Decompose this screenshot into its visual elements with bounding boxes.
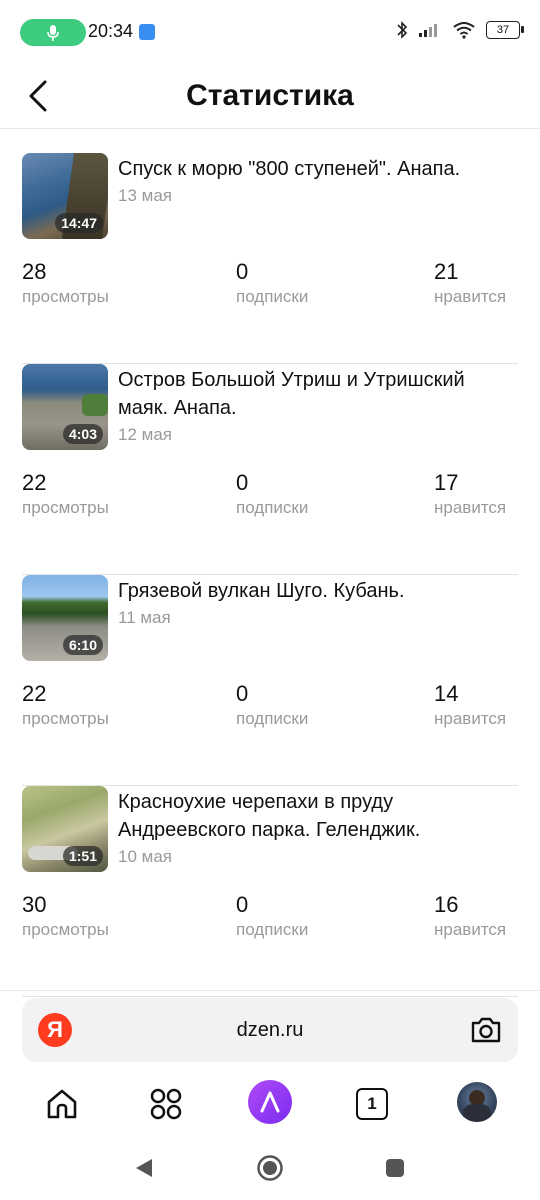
recents-square-icon[interactable] — [385, 1158, 405, 1178]
likes-label: нравится — [434, 287, 507, 306]
likes-count: 17 — [434, 470, 459, 495]
grid-icon — [150, 1088, 182, 1120]
browser-bottom-nav: 1 — [0, 1074, 540, 1134]
subscriptions-label: подписки — [236, 498, 309, 517]
video-title[interactable]: Красноухие черепахи в пруду Андреевского… — [118, 788, 513, 844]
views-label: просмотры — [22, 287, 109, 306]
mic-indicator[interactable] — [20, 19, 86, 46]
subscriptions-count: 0 — [236, 470, 249, 495]
video-stat-card[interactable]: 1:51 Красноухие черепахи в пруду Андреев… — [22, 786, 518, 997]
video-stat-card[interactable]: 6:10 Грязевой вулкан Шуго. Кубань. 11 ма… — [22, 575, 518, 786]
subscriptions-label: подписки — [236, 709, 309, 728]
home-button[interactable] — [40, 1082, 84, 1126]
views-count: 30 — [22, 892, 47, 917]
views-count: 22 — [22, 470, 47, 495]
subscriptions-count: 0 — [236, 681, 249, 706]
video-date: 12 мая — [118, 425, 172, 444]
video-date: 11 мая — [118, 608, 171, 627]
video-date: 13 мая — [118, 186, 172, 205]
bluetooth-icon — [397, 21, 408, 39]
app-header: Статистика — [0, 64, 540, 129]
likes-count: 16 — [434, 892, 459, 917]
likes-label: нравится — [434, 498, 507, 517]
subscriptions-label: подписки — [236, 287, 309, 306]
stat-views: 30 просмотры — [22, 892, 109, 942]
video-title[interactable]: Остров Большой Утриш и Утришский маяк. А… — [118, 366, 513, 422]
video-date: 10 мая — [118, 847, 172, 866]
video-thumbnail[interactable]: 4:03 — [22, 364, 108, 450]
video-duration: 14:47 — [55, 213, 103, 233]
url-text[interactable]: dzen.ru — [22, 998, 518, 1062]
video-stat-card[interactable]: 14:47 Спуск к морю "800 ступеней". Анапа… — [22, 153, 518, 364]
likes-label: нравится — [434, 709, 507, 728]
wifi-icon — [453, 22, 475, 39]
stat-likes: 16 нравится — [434, 892, 506, 942]
address-bar[interactable]: Я dzen.ru — [22, 998, 518, 1062]
video-thumbnail[interactable]: 14:47 — [22, 153, 108, 239]
video-duration: 6:10 — [62, 635, 103, 655]
tabs-count: 1 — [367, 1094, 377, 1113]
video-stats-list: 14:47 Спуск к морю "800 ступеней". Анапа… — [22, 153, 518, 997]
microphone-icon — [47, 24, 59, 41]
subscriptions-label: подписки — [236, 920, 309, 939]
subscriptions-count: 0 — [236, 259, 249, 284]
stat-views: 22 просмотры — [22, 470, 109, 520]
video-title[interactable]: Спуск к морю "800 ступеней". Анапа. — [118, 155, 513, 183]
video-thumbnail[interactable]: 1:51 — [22, 786, 108, 872]
notification-icon — [139, 24, 155, 40]
camera-icon[interactable] — [468, 1012, 504, 1048]
views-label: просмотры — [22, 498, 109, 517]
stat-subscriptions: 0 подписки — [236, 681, 308, 731]
views-count: 28 — [22, 259, 47, 284]
likes-count: 21 — [434, 259, 459, 284]
views-count: 22 — [22, 681, 47, 706]
status-time: 20:34 — [88, 21, 134, 41]
system-navigation-bar — [0, 1140, 540, 1200]
tabs-button[interactable]: 1 — [350, 1082, 394, 1126]
alice-icon — [260, 1091, 280, 1113]
likes-label: нравится — [434, 920, 507, 939]
status-bar: 20:34 37 — [0, 0, 540, 64]
stat-likes: 17 нравится — [434, 470, 506, 520]
home-circle-icon[interactable] — [256, 1154, 284, 1182]
signal-icon — [419, 24, 437, 37]
battery-indicator: 37 — [486, 21, 524, 39]
tabs-icon: 1 — [356, 1088, 388, 1120]
video-duration: 1:51 — [62, 846, 103, 866]
stat-likes: 21 нравится — [434, 259, 506, 309]
stat-subscriptions: 0 подписки — [236, 259, 308, 309]
divider — [0, 990, 540, 991]
stat-views: 22 просмотры — [22, 681, 109, 731]
avatar[interactable] — [457, 1082, 497, 1122]
services-button[interactable] — [144, 1082, 188, 1126]
stat-subscriptions: 0 подписки — [236, 470, 308, 520]
video-thumbnail[interactable]: 6:10 — [22, 575, 108, 661]
video-duration: 4:03 — [62, 424, 103, 444]
stat-subscriptions: 0 подписки — [236, 892, 308, 942]
page-title: Статистика — [186, 79, 354, 112]
views-label: просмотры — [22, 920, 109, 939]
home-icon — [47, 1089, 77, 1119]
likes-count: 14 — [434, 681, 459, 706]
views-label: просмотры — [22, 709, 109, 728]
video-title[interactable]: Грязевой вулкан Шуго. Кубань. — [118, 577, 513, 605]
subscriptions-count: 0 — [236, 892, 249, 917]
stat-likes: 14 нравится — [434, 681, 506, 731]
back-triangle-icon[interactable] — [133, 1157, 155, 1179]
video-stat-card[interactable]: 4:03 Остров Большой Утриш и Утришский ма… — [22, 364, 518, 575]
stat-views: 28 просмотры — [22, 259, 109, 309]
alice-button[interactable] — [248, 1080, 292, 1124]
